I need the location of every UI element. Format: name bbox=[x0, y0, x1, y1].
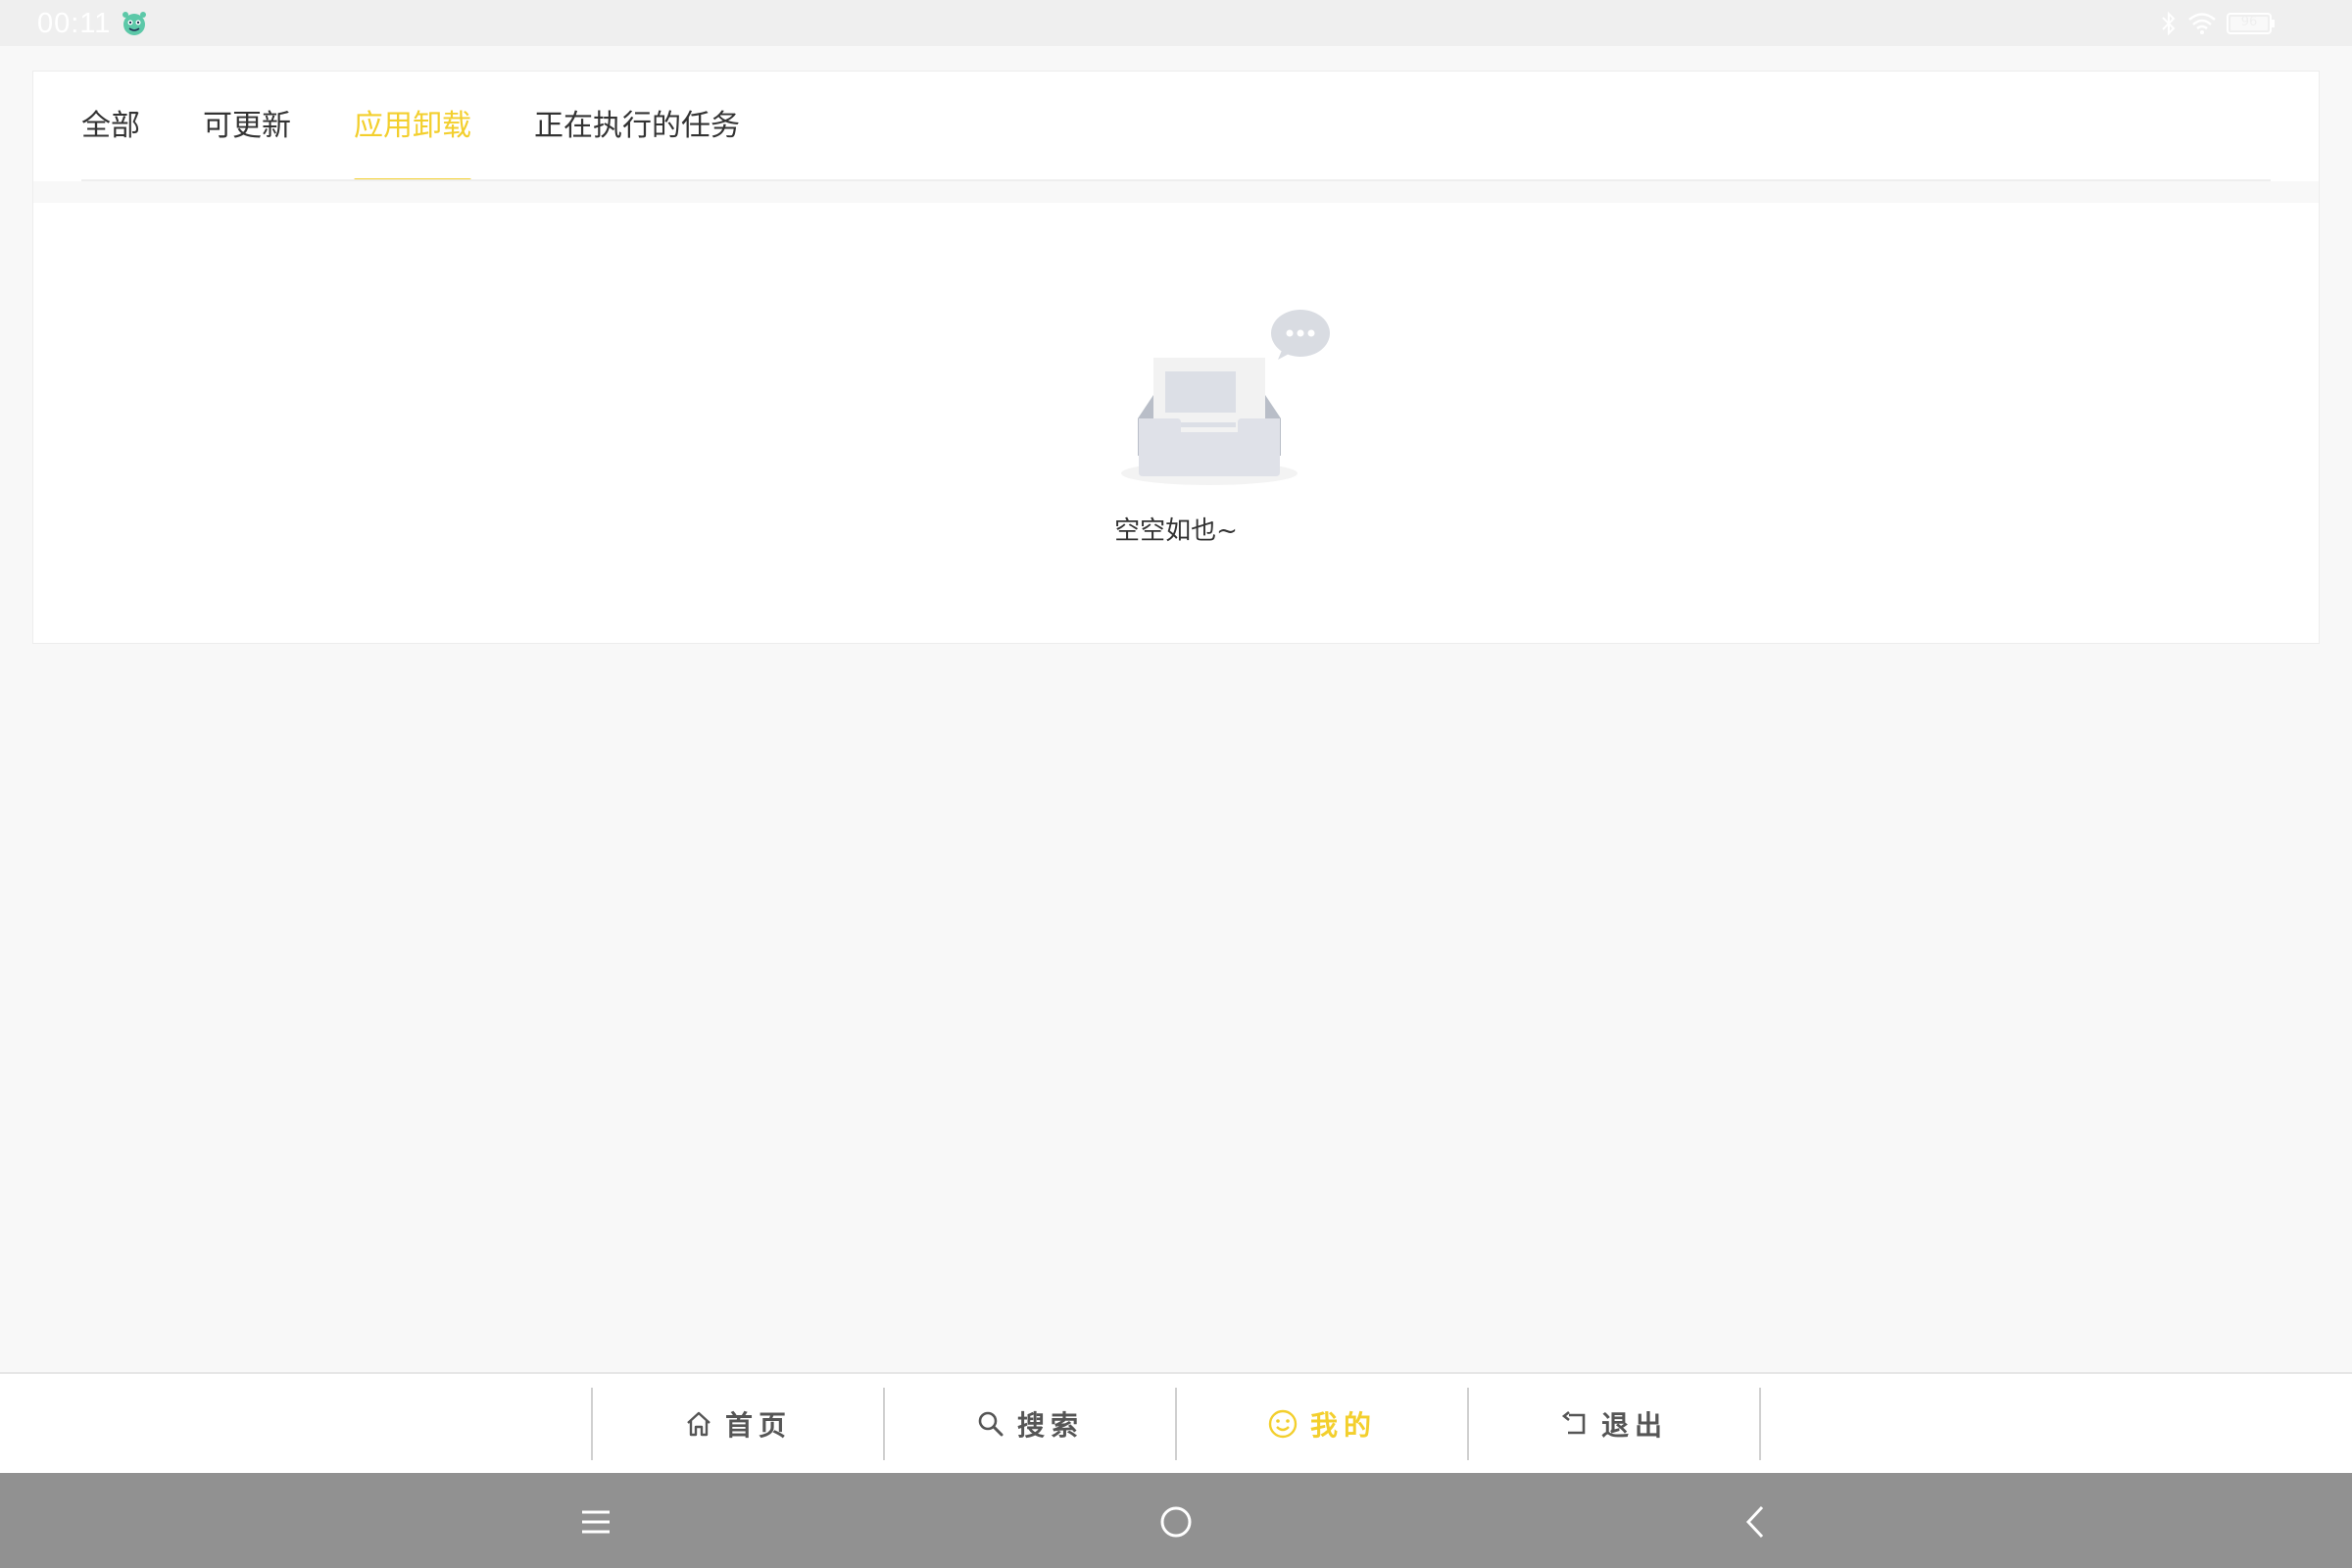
home-circle-icon[interactable] bbox=[1156, 1502, 1196, 1542]
exit-icon bbox=[1560, 1409, 1590, 1439]
nav-search-button[interactable]: 搜索 bbox=[885, 1388, 1175, 1460]
wifi-icon bbox=[2187, 12, 2217, 35]
content-card: 全部 可更新 应用卸载 正在执行的任务 空空如也~ bbox=[32, 71, 2320, 644]
empty-state-text: 空空如也~ bbox=[1114, 516, 1238, 546]
home-icon bbox=[684, 1409, 713, 1439]
back-icon[interactable] bbox=[1737, 1502, 1776, 1542]
empty-inbox-icon bbox=[1087, 289, 1342, 495]
status-bar: 00:11 96 bbox=[0, 0, 2352, 46]
tab-all[interactable]: 全部 bbox=[81, 72, 140, 181]
bottom-nav-bar: 首页 搜索 我的 退出 bbox=[0, 1372, 2352, 1473]
status-icons: 96 bbox=[2160, 10, 2276, 37]
app-notification-icon bbox=[120, 9, 149, 38]
status-time: 00:11 bbox=[37, 8, 112, 39]
system-nav-bar bbox=[0, 1473, 2352, 1568]
tab-updatable[interactable]: 可更新 bbox=[203, 72, 291, 181]
nav-mine-label: 我的 bbox=[1309, 1409, 1377, 1442]
nav-search-label: 搜索 bbox=[1016, 1409, 1084, 1442]
nav-mine-button[interactable]: 我的 bbox=[1177, 1388, 1467, 1460]
search-icon bbox=[976, 1409, 1005, 1439]
bottom-nav: 首页 搜索 我的 退出 bbox=[591, 1388, 1761, 1460]
tab-uninstall[interactable]: 应用卸载 bbox=[354, 72, 471, 182]
tab-bar: 全部 可更新 应用卸载 正在执行的任务 bbox=[33, 72, 2319, 182]
battery-icon: 96 bbox=[2227, 12, 2276, 35]
nav-home-label: 首页 bbox=[724, 1409, 792, 1442]
smiley-icon bbox=[1267, 1408, 1298, 1440]
nav-separator bbox=[1759, 1388, 1761, 1460]
nav-home-button[interactable]: 首页 bbox=[593, 1388, 883, 1460]
tab-running-tasks[interactable]: 正在执行的任务 bbox=[534, 72, 740, 181]
battery-level: 96 bbox=[2240, 15, 2258, 29]
nav-exit-label: 退出 bbox=[1600, 1409, 1668, 1442]
tabs-gap bbox=[33, 181, 2319, 203]
bluetooth-icon bbox=[2160, 11, 2178, 36]
menu-icon[interactable] bbox=[576, 1502, 615, 1542]
nav-exit-button[interactable]: 退出 bbox=[1469, 1388, 1759, 1460]
